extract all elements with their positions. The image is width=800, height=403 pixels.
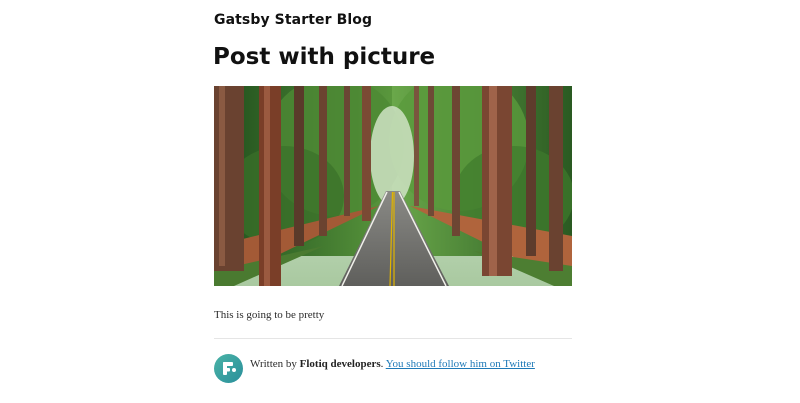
written-by-label: Written by — [250, 358, 297, 370]
author-bio: Written by Flotiq developers. You should… — [214, 354, 574, 384]
post-title: Post with picture — [213, 44, 436, 70]
author-name: Flotiq developers — [299, 358, 381, 370]
content-divider — [214, 338, 572, 339]
twitter-follow-link[interactable]: You should follow him on Twitter — [386, 358, 535, 370]
flotiq-logo-icon — [214, 354, 243, 383]
post-hero-image — [214, 86, 572, 286]
bio-separator: . — [380, 358, 384, 370]
author-bio-text: Written by Flotiq developers. You should… — [250, 357, 535, 371]
post-body-text: This is going to be pretty — [214, 309, 325, 321]
site-title-link[interactable]: Gatsby Starter Blog — [214, 12, 372, 28]
